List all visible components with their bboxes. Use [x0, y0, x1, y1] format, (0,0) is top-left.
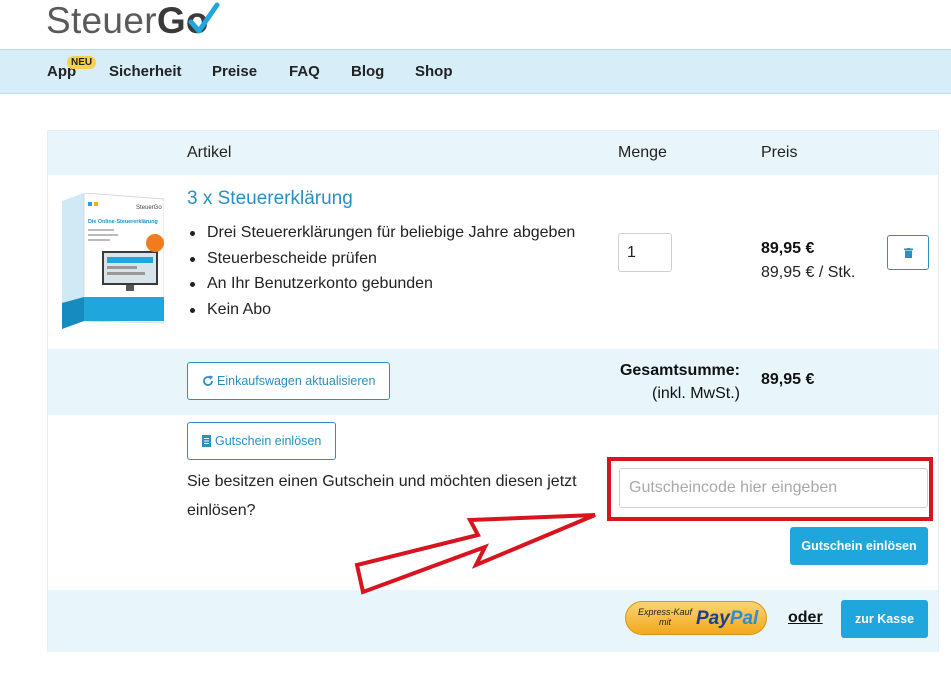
- list-item: Kein Abo: [187, 300, 575, 326]
- paypal-logo: PayPal: [696, 608, 758, 630]
- nav-item-preise[interactable]: Preise: [212, 63, 257, 80]
- product-box-image: SteuerGo Die Online-Steuererklärung: [62, 193, 164, 329]
- cart-item-row: SteuerGo Die Online-Steuererklärung 3 x …: [48, 175, 938, 349]
- redeem-coupon-button[interactable]: Gutschein einlösen: [790, 527, 928, 565]
- total-label: Gesamtsumme: (inkl. MwSt.): [608, 359, 740, 405]
- cart-header-row: Artikel Menge Preis: [48, 131, 938, 175]
- main-navigation: App NEU Sicherheit Preise FAQ Blog Shop: [0, 49, 951, 94]
- paypal-logo-pal: Pal: [729, 608, 759, 629]
- nav-item-blog[interactable]: Blog: [351, 63, 384, 80]
- logo-text-light: Steuer: [46, 0, 157, 41]
- list-item: Steuerbescheide prüfen: [187, 249, 575, 275]
- annotation-arrow-icon: [354, 513, 596, 595]
- new-badge: NEU: [67, 56, 97, 69]
- list-item: An Ihr Benutzerkonto gebunden: [187, 274, 575, 300]
- nav-item-sicherheit[interactable]: Sicherheit: [109, 63, 182, 80]
- column-header-article: Artikel: [187, 144, 232, 161]
- total-label-text: Gesamtsumme:: [619, 362, 740, 379]
- tax-note: (inkl. MwSt.): [652, 385, 740, 402]
- quantity-input[interactable]: [618, 233, 672, 272]
- or-link[interactable]: oder: [788, 609, 823, 627]
- document-icon: [202, 435, 211, 447]
- box-label-text: Die Online-Steuererklärung: [88, 219, 158, 225]
- refresh-icon: [203, 375, 213, 386]
- product-title-link[interactable]: 3 x Steuererklärung: [187, 188, 353, 210]
- paypal-logo-pay: Pay: [696, 608, 730, 629]
- product-feature-list: Drei Steuererklärungen für beliebige Jah…: [187, 223, 575, 325]
- item-unit-price: 89,95 € / Stk.: [761, 264, 856, 281]
- item-total-price: 89,95 €: [761, 240, 815, 257]
- column-header-quantity: Menge: [618, 144, 667, 161]
- steuergo-logo[interactable]: SteuerGo: [46, 0, 220, 46]
- checkmark-icon: [188, 2, 220, 34]
- box-brand-text: SteuerGo: [136, 205, 162, 211]
- column-header-price: Preis: [761, 144, 798, 161]
- paypal-express-button[interactable]: Express-Kauf mit PayPal: [625, 601, 767, 635]
- nav-item-shop[interactable]: Shop: [415, 63, 453, 80]
- paypal-express-text: Express-Kauf mit: [637, 607, 693, 627]
- coupon-code-input[interactable]: [619, 468, 928, 508]
- checkout-button[interactable]: zur Kasse: [841, 600, 928, 638]
- trash-icon: [904, 248, 913, 258]
- delete-item-button[interactable]: [887, 235, 929, 270]
- list-item: Drei Steuererklärungen für beliebige Jah…: [187, 223, 575, 249]
- nav-item-faq[interactable]: FAQ: [289, 63, 320, 80]
- total-value: 89,95 €: [761, 371, 815, 388]
